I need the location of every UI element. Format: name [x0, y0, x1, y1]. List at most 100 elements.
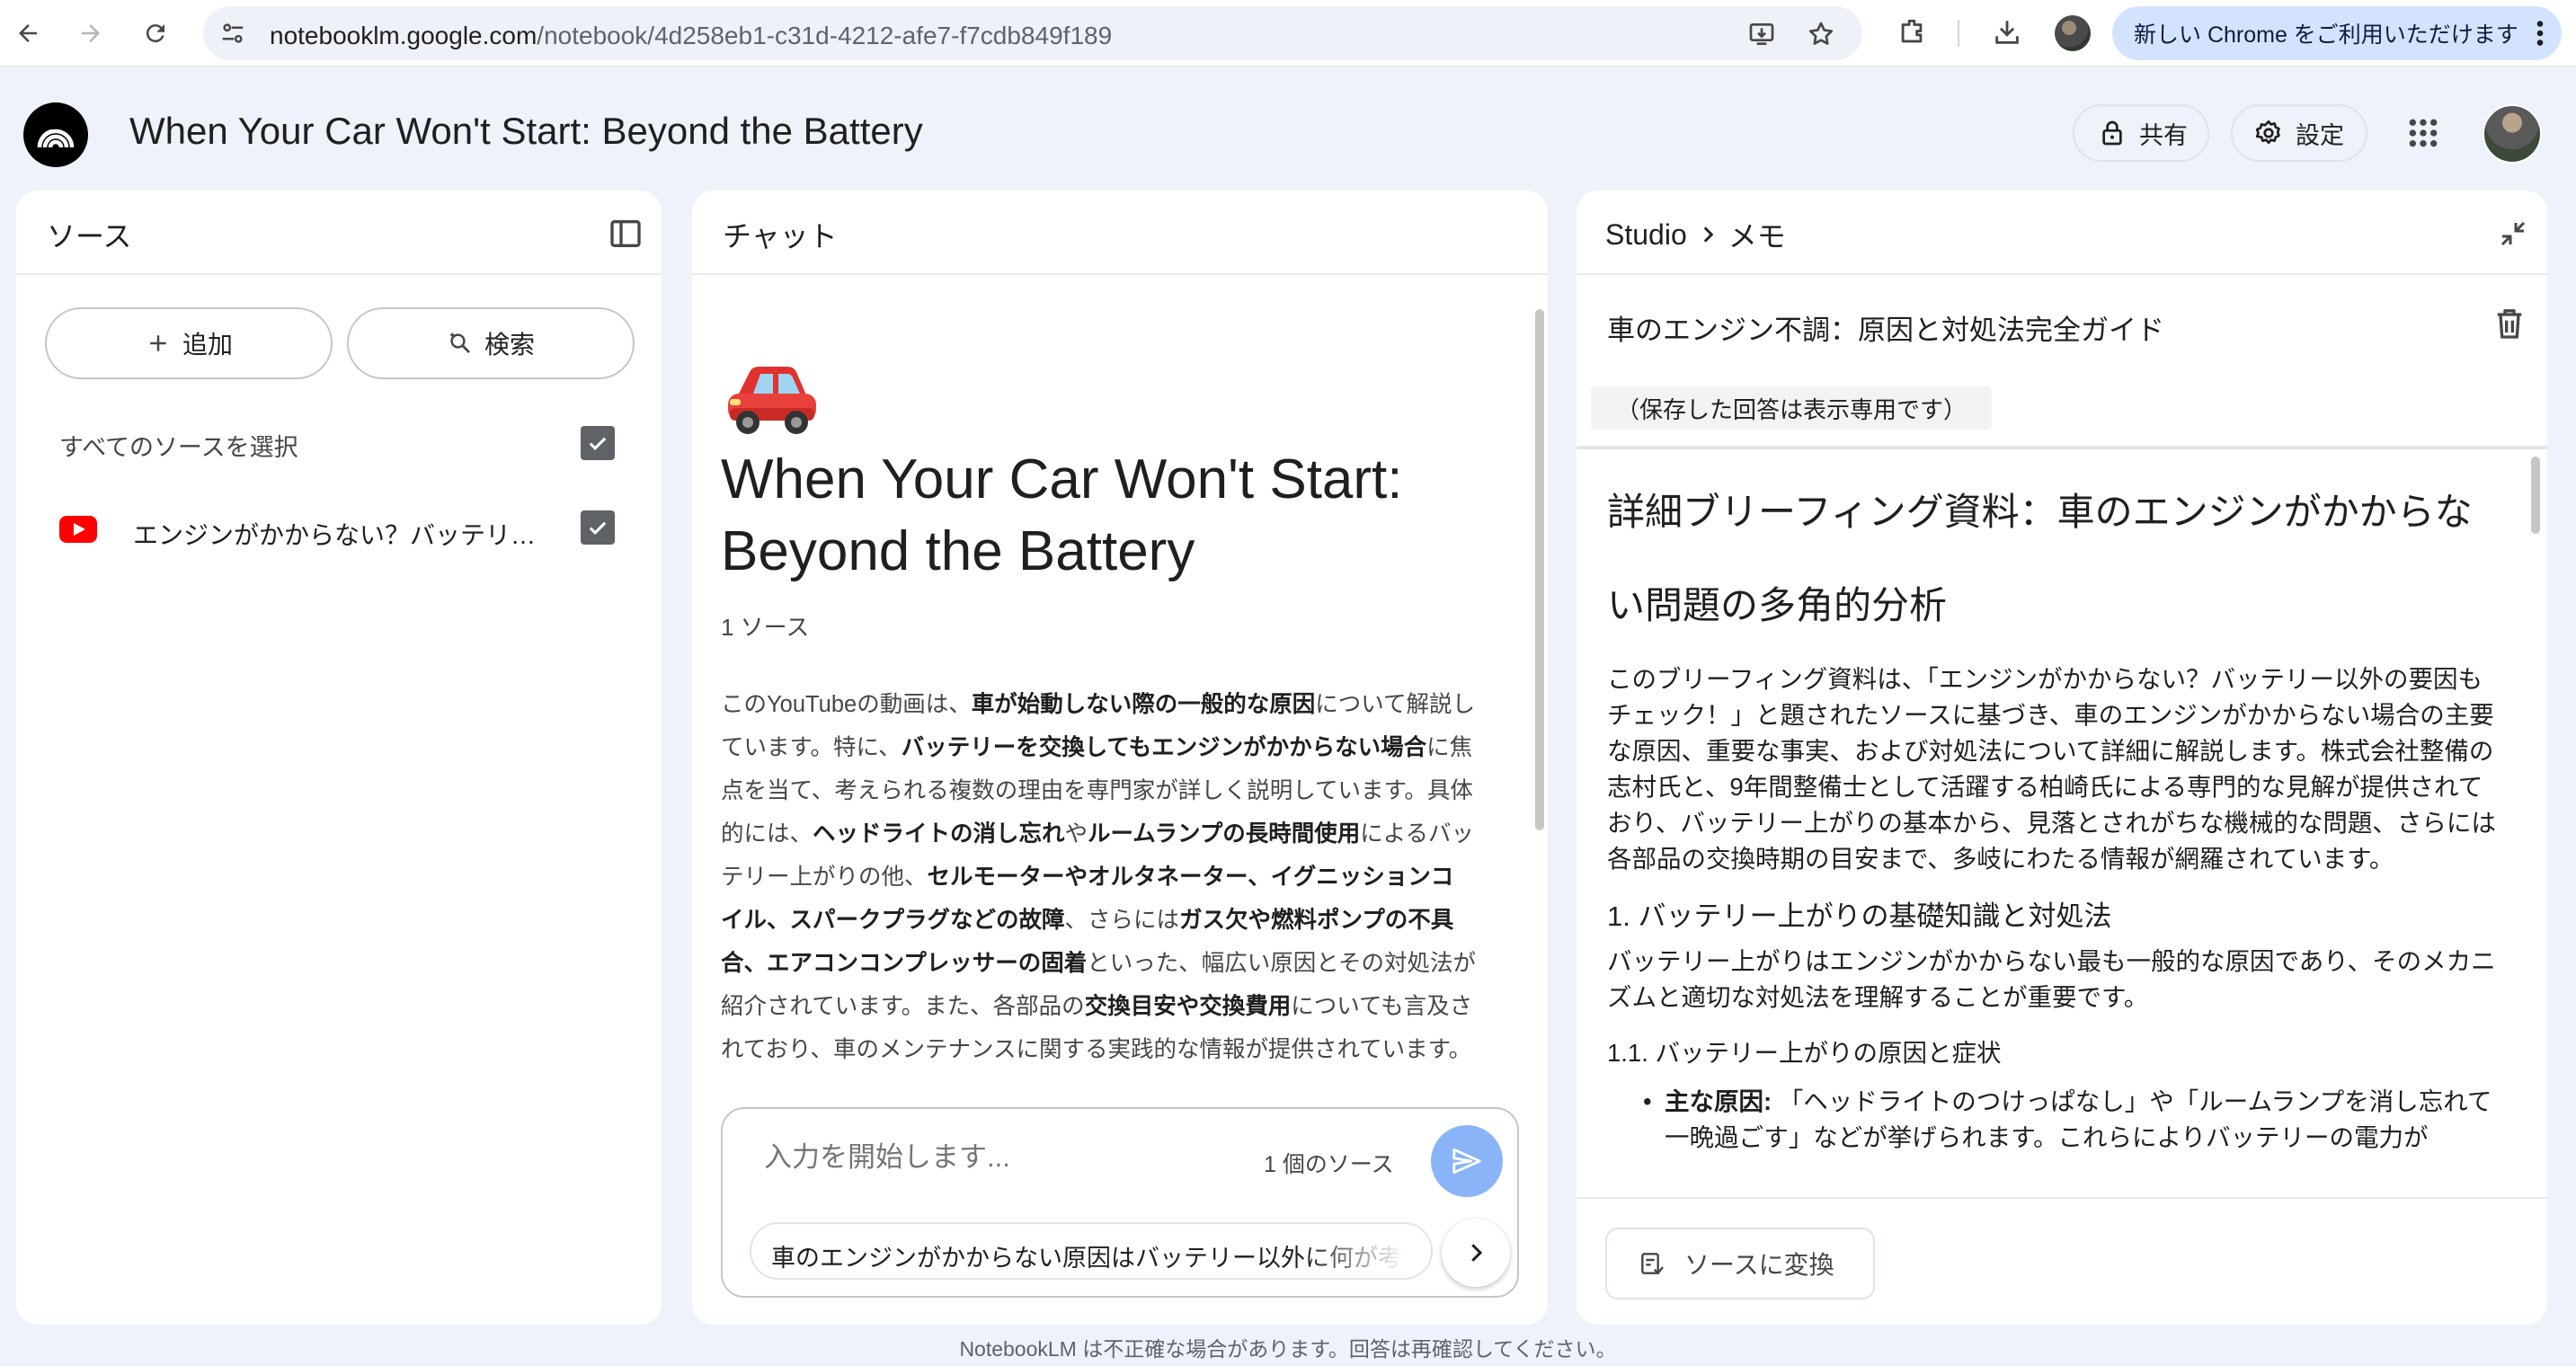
browser-profile-avatar[interactable]: [2055, 15, 2091, 51]
note-content: 詳細ブリーフィング資料：車のエンジンがかからない問題の多角的分析 このブリーフィ…: [1607, 466, 2506, 1190]
convert-note-icon: [1641, 1253, 1664, 1275]
settings-label: 設定: [2296, 121, 2344, 149]
note-title: 車のエンジン不調：原因と対処法完全ガイド: [1607, 315, 2164, 346]
chrome-update-label: 新しい Chrome をご利用いただけます: [2134, 22, 2518, 48]
chat-composer: 1 個のソース 車のエンジンがかからない原因はバッテリー以外に何が考えられますか…: [721, 1107, 1519, 1298]
add-source-button[interactable]: 追加: [45, 307, 333, 379]
source-item-label: エンジンがかからない？バッテリー以外の要因もチェック！: [133, 521, 555, 549]
arrow-left-icon: [19, 24, 37, 42]
download-icon[interactable]: [1992, 17, 2022, 48]
note-bullet-item: 主な原因: 「ヘッドライトのつけっぱなし」や「ルームランプを消し忘れて一晩過ごす…: [1607, 1084, 2506, 1156]
collapse-icon[interactable]: [2497, 217, 2529, 250]
sources-panel: ソース 追加 検索 すべてのソースを選択 エンジンがかからない？バッテリー以外の…: [16, 191, 662, 1325]
send-icon: [1452, 1148, 1481, 1175]
forward-button[interactable]: [70, 13, 111, 54]
url-text[interactable]: notebooklm.google.com/notebook/4d258eb1-…: [270, 22, 1112, 50]
check-icon: [589, 437, 607, 450]
chevron-right-icon: [1703, 226, 1714, 243]
summary-text: このYouTubeの動画は、: [721, 692, 972, 717]
car-emoji-icon: [728, 367, 816, 434]
note-section-paragraph: バッテリー上がりはエンジンがかからない最も一般的な原因であり、そのメカニズムと適…: [1607, 947, 2496, 1011]
sources-header: ソース: [16, 191, 662, 275]
youtube-icon: [59, 516, 97, 543]
url-path: /notebook/4d258eb1-c31d-4212-afe7-f7cdb8…: [537, 22, 1113, 49]
discover-sources-label: 検索: [484, 331, 535, 359]
address-bar[interactable]: notebooklm.google.com/notebook/4d258eb1-…: [203, 6, 1862, 60]
composer-source-count: 1 個のソース: [1264, 1152, 1394, 1177]
share-label: 共有: [2139, 121, 2188, 149]
notebooklm-logo-icon: [37, 129, 75, 148]
breadcrumb-note: メモ: [1728, 220, 1786, 253]
check-icon: [589, 521, 607, 535]
browser-toolbar: notebooklm.google.com/notebook/4d258eb1-…: [0, 0, 2576, 67]
add-source-label: 追加: [182, 331, 233, 359]
notebook-title[interactable]: When Your Car Won't Start: Beyond the Ba…: [129, 110, 923, 153]
select-all-sources-label: すべてのソースを選択: [59, 434, 298, 461]
chat-source-count: 1 ソース: [721, 614, 810, 641]
studio-footer-divider: [1577, 1197, 2547, 1199]
gear-icon: [2255, 120, 2280, 145]
note-scrollbar[interactable]: [2531, 457, 2540, 534]
summary-highlight: バッテリーを交換してもエンジンがかからない場合: [901, 735, 1427, 760]
discover-sources-button[interactable]: 検索: [347, 307, 635, 379]
chat-title: チャット: [723, 220, 838, 253]
chat-header: チャット: [692, 191, 1548, 275]
reload-icon: [146, 24, 164, 43]
arrow-right-icon: [82, 24, 100, 42]
chat-scrollbar[interactable]: [1535, 309, 1544, 830]
summary-highlight: ヘッドライトの消し忘れ: [813, 821, 1065, 847]
note-bullet-label: 主な原因:: [1665, 1087, 1772, 1115]
note-intro-paragraph: このブリーフィング資料は、「エンジンがかからない？バッテリー以外の要因もチェック…: [1607, 665, 2496, 873]
suggested-question-chip[interactable]: 車のエンジンがかからない原因はバッテリー以外に何が考えられますか？: [750, 1222, 1433, 1280]
breadcrumb: Studio メモ: [1605, 214, 1786, 255]
summary-text: や: [1064, 821, 1088, 847]
back-button[interactable]: [7, 13, 49, 54]
summary-highlight: ルームランプの長時間使用: [1088, 821, 1361, 847]
toolbar-divider: [1958, 20, 1959, 47]
more-vert-icon[interactable]: [2531, 17, 2549, 49]
source-item[interactable]: エンジンがかからない？バッテリー以外の要因もチェック！: [59, 505, 644, 559]
google-apps-icon[interactable]: [2405, 115, 2441, 151]
studio-panel: Studio メモ 車のエンジン不調：原因と対処法完全ガイド （保存した回答は表…: [1577, 191, 2547, 1325]
url-host: notebooklm.google.com: [270, 22, 537, 49]
collapse-panel-icon[interactable]: [608, 216, 644, 252]
next-suggestion-button[interactable]: [1442, 1219, 1510, 1287]
account-avatar[interactable]: [2483, 104, 2542, 164]
chrome-update-button[interactable]: 新しい Chrome をご利用いただけます: [2112, 6, 2562, 60]
select-all-checkbox[interactable]: [581, 426, 615, 460]
summary-highlight: 交換目安や交換費用: [1084, 994, 1292, 1019]
chat-input[interactable]: [764, 1141, 1231, 1174]
notebook-summary: このYouTubeの動画は、車が始動しない際の一般的な原因について解説しています…: [721, 683, 1476, 1071]
plus-icon: [150, 335, 166, 351]
reload-button[interactable]: [135, 13, 176, 54]
chip-fade: [1305, 1224, 1431, 1278]
note-bullet-text: 「ヘッドライトのつけっぱなし」や「ルームランプを消し忘れて一晩過ごす」などが挙げ…: [1665, 1087, 2492, 1151]
note-subsection-heading: 1.1. バッテリー上がりの原因と症状: [1607, 1039, 2002, 1067]
breadcrumb-studio[interactable]: Studio: [1605, 218, 1687, 252]
readonly-notice: （保存した回答は表示専用です）: [1591, 386, 1993, 430]
share-button[interactable]: 共有: [2073, 104, 2209, 162]
chat-panel: チャット When Your Car Won't Start: Beyond t…: [692, 191, 1548, 1325]
studio-header: Studio メモ: [1577, 191, 2547, 275]
extensions-icon[interactable]: [1896, 17, 1927, 48]
notebooklm-logo[interactable]: [23, 102, 88, 167]
search-sparkle-icon: [449, 332, 470, 353]
chat-notebook-title: When Your Car Won't Start: Beyond the Ba…: [721, 448, 1403, 582]
convert-to-source-button[interactable]: ソースに変換: [1605, 1228, 1875, 1299]
convert-to-source-label: ソースに変換: [1684, 1251, 1834, 1279]
site-info-icon[interactable]: [219, 20, 246, 47]
source-item-checkbox[interactable]: [581, 510, 615, 545]
install-app-icon[interactable]: [1747, 20, 1776, 49]
lock-icon: [2102, 120, 2122, 146]
chevron-right-icon: [1471, 1244, 1483, 1262]
sources-title: ソース: [47, 220, 132, 253]
summary-highlight: 車が始動しない際の一般的な原因: [971, 692, 1316, 717]
send-button[interactable]: [1431, 1125, 1503, 1197]
settings-button[interactable]: 設定: [2231, 104, 2367, 162]
bookmark-star-icon[interactable]: [1807, 20, 1835, 49]
summary-text: 、さらには: [1064, 908, 1180, 933]
note-section-heading: 1. バッテリー上がりの基礎知識と対処法: [1607, 900, 2112, 932]
trash-icon[interactable]: [2492, 306, 2527, 342]
note-divider: [1577, 446, 2547, 449]
footer-disclaimer: NotebookLM は不正確な場合があります。回答は再確認してください。: [959, 1337, 1617, 1361]
